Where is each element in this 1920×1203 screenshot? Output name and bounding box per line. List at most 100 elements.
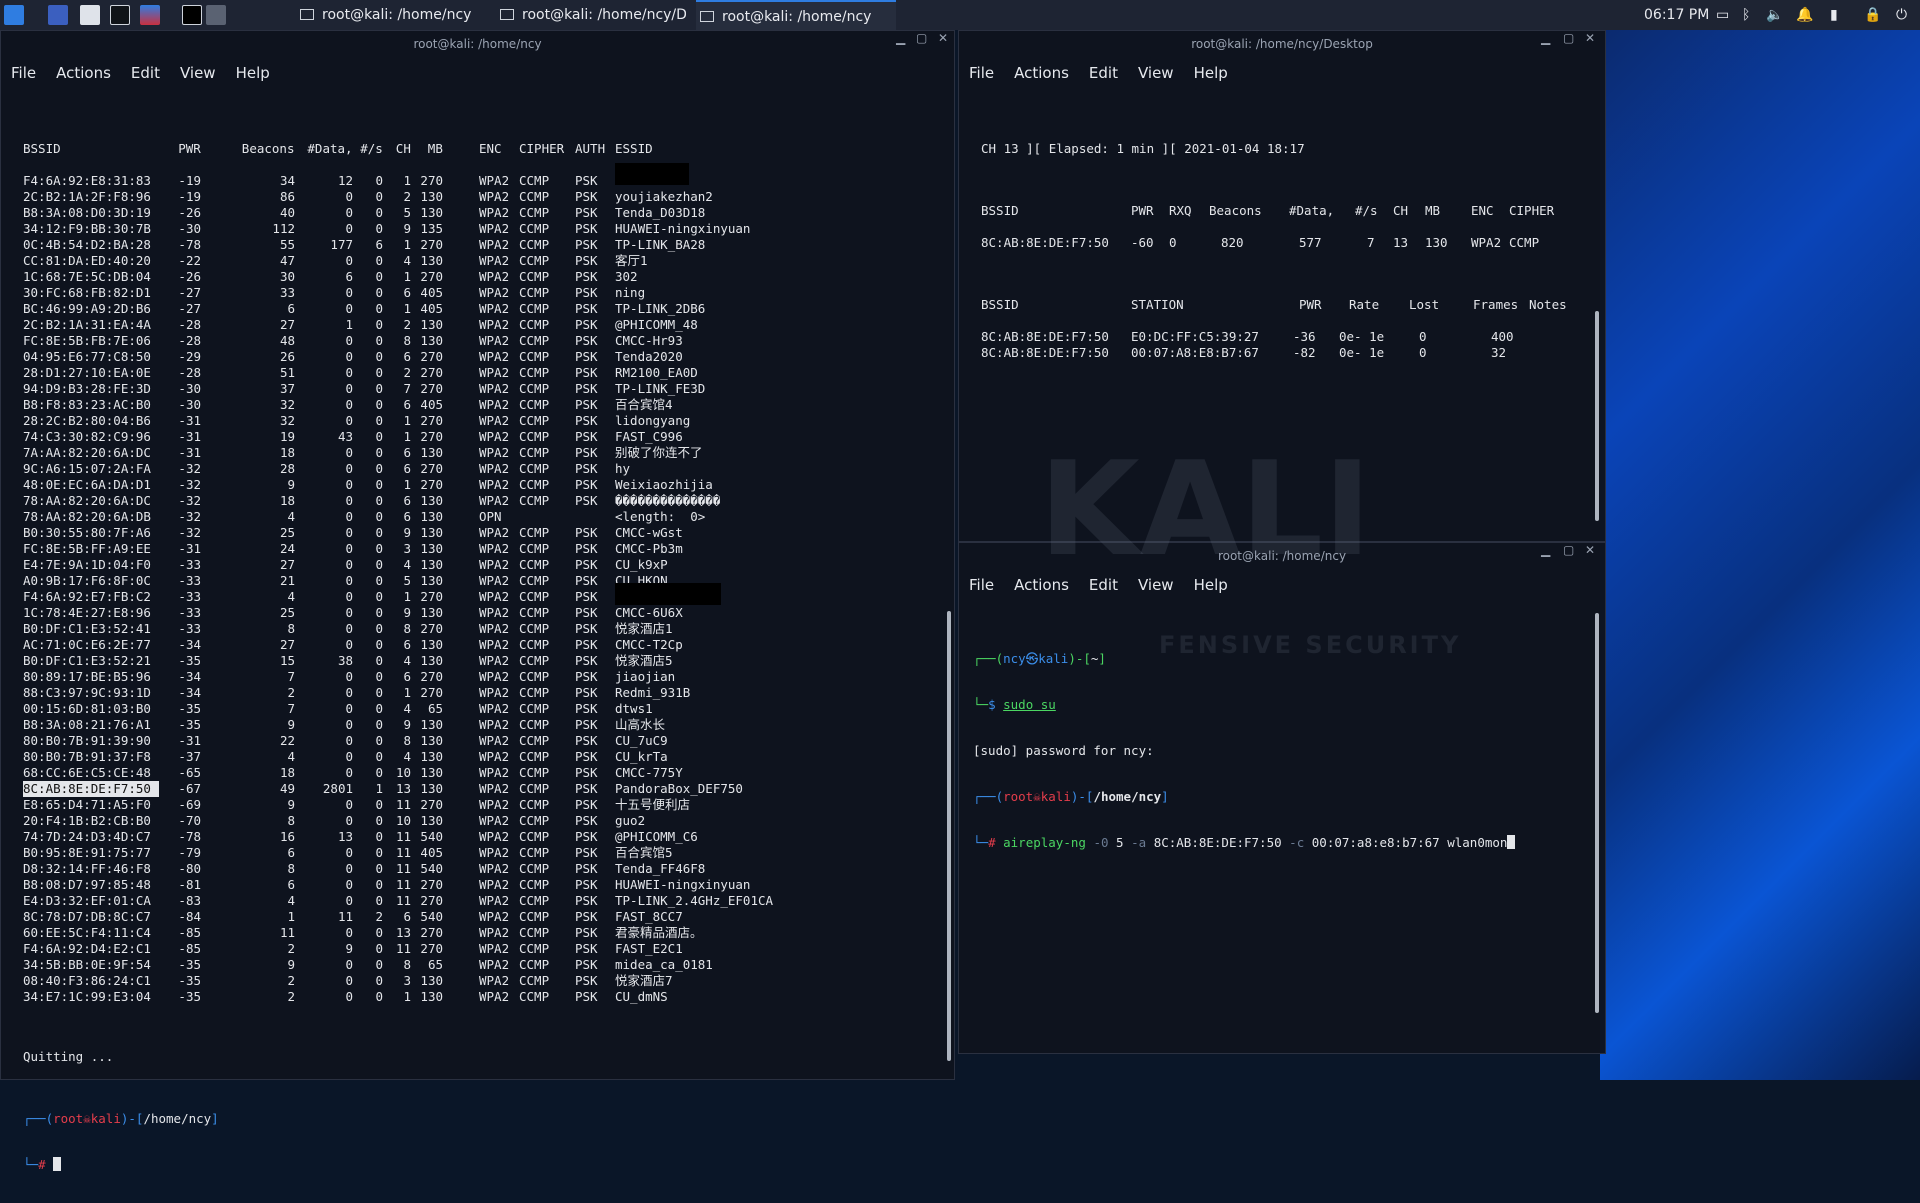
minimize-icon[interactable]: ▁ bbox=[896, 31, 905, 57]
minimize-icon[interactable]: ▁ bbox=[1541, 543, 1550, 569]
cell: WPA2 bbox=[479, 541, 510, 556]
cell: 270 bbox=[420, 381, 443, 396]
close-icon[interactable]: ✕ bbox=[1585, 31, 1595, 57]
cell: 0 bbox=[345, 957, 353, 972]
cell: 60:EE:5C:F4:11:C4 bbox=[23, 925, 151, 940]
cell: PSK bbox=[575, 797, 598, 812]
menu-actions[interactable]: Actions bbox=[56, 64, 111, 82]
cell: 88:C3:97:9C:93:1D bbox=[23, 685, 151, 700]
cell: WPA2 bbox=[479, 269, 510, 284]
cell: 12 bbox=[337, 173, 353, 188]
cell: -85 bbox=[178, 925, 201, 940]
maximize-icon[interactable]: ▢ bbox=[1563, 31, 1574, 57]
cell: -30 bbox=[178, 397, 201, 412]
cell: HUAWEI-ningxinyuan bbox=[615, 221, 751, 236]
cell: 2 bbox=[403, 365, 411, 380]
station-row: 8C:AB:8E:DE:F7:50 E0:DC:FF:C5:39:27 -36 0e-… bbox=[981, 329, 1581, 345]
menu-file[interactable]: File bbox=[11, 64, 36, 82]
command-line-2[interactable]: └─# aireplay-ng -0 5 -a 8C:AB:8E:DE:F7:5… bbox=[973, 835, 1593, 851]
scrollbar[interactable] bbox=[1595, 311, 1599, 521]
bluetooth-icon[interactable]: ᛒ bbox=[1742, 0, 1750, 30]
lock-icon[interactable]: 🔒 bbox=[1864, 0, 1881, 30]
terminal-output[interactable]: BSSID PWR Beacons #Data, #/s CH MB ENC CIPHER AUT… bbox=[23, 111, 923, 1172]
close-icon[interactable]: ✕ bbox=[1585, 543, 1595, 569]
cell: WPA2 bbox=[479, 717, 510, 732]
cell: 270 bbox=[420, 413, 443, 428]
maximize-icon[interactable]: ▢ bbox=[916, 31, 927, 57]
command-value: 5 bbox=[1116, 835, 1124, 850]
scrollbar[interactable] bbox=[947, 611, 951, 1061]
cell: 0 bbox=[345, 621, 353, 636]
table-row: D8:32:14:FF:46:F8 -80 8 0 0 11 540 WPA2 CCMP PSK T… bbox=[23, 861, 923, 877]
header-cell: PWR bbox=[178, 141, 201, 156]
header-cell: CIPHER bbox=[1509, 203, 1555, 218]
terminal-output[interactable]: ┌──(ncy㉿kali)-[~] └─$ sudo su [sudo] pas… bbox=[973, 621, 1593, 1041]
notification-icon[interactable]: 🔔 bbox=[1796, 0, 1813, 30]
workspace-1-icon[interactable] bbox=[182, 5, 202, 25]
display-icon[interactable]: ▭ bbox=[1716, 0, 1729, 30]
maximize-icon[interactable]: ▢ bbox=[1563, 543, 1574, 569]
cell: 3 bbox=[403, 973, 411, 988]
table-row: B0:DF:C1:E3:52:21 -35 15 38 0 4 130 WPA2 CCMP PSK… bbox=[23, 653, 923, 669]
menu-edit[interactable]: Edit bbox=[131, 64, 160, 82]
cell: CCMP bbox=[519, 573, 550, 588]
volume-icon[interactable]: 🔈 bbox=[1766, 0, 1783, 30]
cell: E8:65:D4:71:A5:F0 bbox=[23, 797, 151, 812]
menu-help[interactable]: Help bbox=[236, 64, 270, 82]
cell: 7A:AA:82:20:6A:DC bbox=[23, 445, 151, 460]
cell: 10 bbox=[395, 813, 411, 828]
menu-file[interactable]: File bbox=[969, 64, 994, 82]
cell: 20:F4:1B:B2:CB:B0 bbox=[23, 813, 151, 828]
cell: 9 bbox=[345, 941, 353, 956]
taskbar-task-2[interactable]: root@kali: /home/ncy/D... bbox=[496, 0, 686, 30]
menu-view[interactable]: View bbox=[1138, 64, 1174, 82]
cell: 0 bbox=[345, 877, 353, 892]
menu-help[interactable]: Help bbox=[1194, 64, 1228, 82]
cell: 君豪精品酒店。 bbox=[615, 925, 703, 940]
cell: PSK bbox=[575, 221, 598, 236]
terminal-icon[interactable] bbox=[110, 5, 130, 25]
table-row: 2C:B2:1A:31:EA:4A -28 27 1 0 2 130 WPA2 CCMP PSK @… bbox=[23, 317, 923, 333]
file-manager-icon[interactable] bbox=[80, 5, 100, 25]
cell: 1C:78:4E:27:E8:96 bbox=[23, 605, 151, 620]
cell: 270 bbox=[420, 589, 443, 604]
header-cell: RXQ bbox=[1169, 203, 1192, 218]
minimize-icon[interactable]: ▁ bbox=[1541, 31, 1550, 57]
cell: WPA2 bbox=[479, 861, 510, 876]
cell: 1 bbox=[403, 413, 411, 428]
close-icon[interactable]: ✕ bbox=[938, 31, 948, 57]
menu-edit[interactable]: Edit bbox=[1089, 64, 1118, 82]
cell: 7 bbox=[287, 669, 295, 684]
table-row: 7A:AA:82:20:6A:DC -31 18 0 0 6 130 WPA2 CCMP PSK 别… bbox=[23, 445, 923, 461]
kali-menu-icon[interactable] bbox=[4, 5, 24, 25]
cell: CMCC-6U6X bbox=[615, 605, 683, 620]
cell: WPA2 bbox=[479, 957, 510, 972]
cell: -70 bbox=[178, 813, 201, 828]
menu-view[interactable]: View bbox=[180, 64, 216, 82]
cell: CCMP bbox=[519, 861, 550, 876]
cell: B8:F8:83:23:AC:B0 bbox=[23, 397, 151, 412]
cell: CCMP bbox=[519, 685, 550, 700]
browser-icon[interactable] bbox=[140, 5, 160, 25]
cell: 28 bbox=[279, 461, 295, 476]
cell: 0 bbox=[375, 509, 383, 524]
taskbar-task-3[interactable]: root@kali: /home/ncy bbox=[696, 0, 896, 30]
cell: F4:6A:92:E8:31:83 bbox=[23, 173, 151, 188]
clock[interactable]: 06:17 PM bbox=[1644, 0, 1709, 30]
battery-icon[interactable]: ▮ bbox=[1830, 0, 1838, 30]
cell: 0 bbox=[375, 605, 383, 620]
scrollbar[interactable] bbox=[1595, 613, 1599, 1013]
cell: CCMP bbox=[519, 253, 550, 268]
menu-actions[interactable]: Actions bbox=[1014, 64, 1069, 82]
cell: 48 bbox=[279, 333, 295, 348]
cell: WPA2 bbox=[479, 893, 510, 908]
cell: 8C:AB:8E:DE:F7:50 bbox=[981, 329, 1109, 344]
cell: 0 bbox=[375, 413, 383, 428]
power-icon[interactable]: ⏻ bbox=[1896, 0, 1907, 30]
workspace-2-icon[interactable] bbox=[206, 5, 226, 25]
cell: -80 bbox=[178, 861, 201, 876]
menu-file[interactable]: File bbox=[969, 576, 994, 594]
taskbar-task-1[interactable]: root@kali: /home/ncy bbox=[296, 0, 486, 30]
desktop-icon[interactable] bbox=[48, 5, 68, 25]
cell: 9 bbox=[287, 957, 295, 972]
